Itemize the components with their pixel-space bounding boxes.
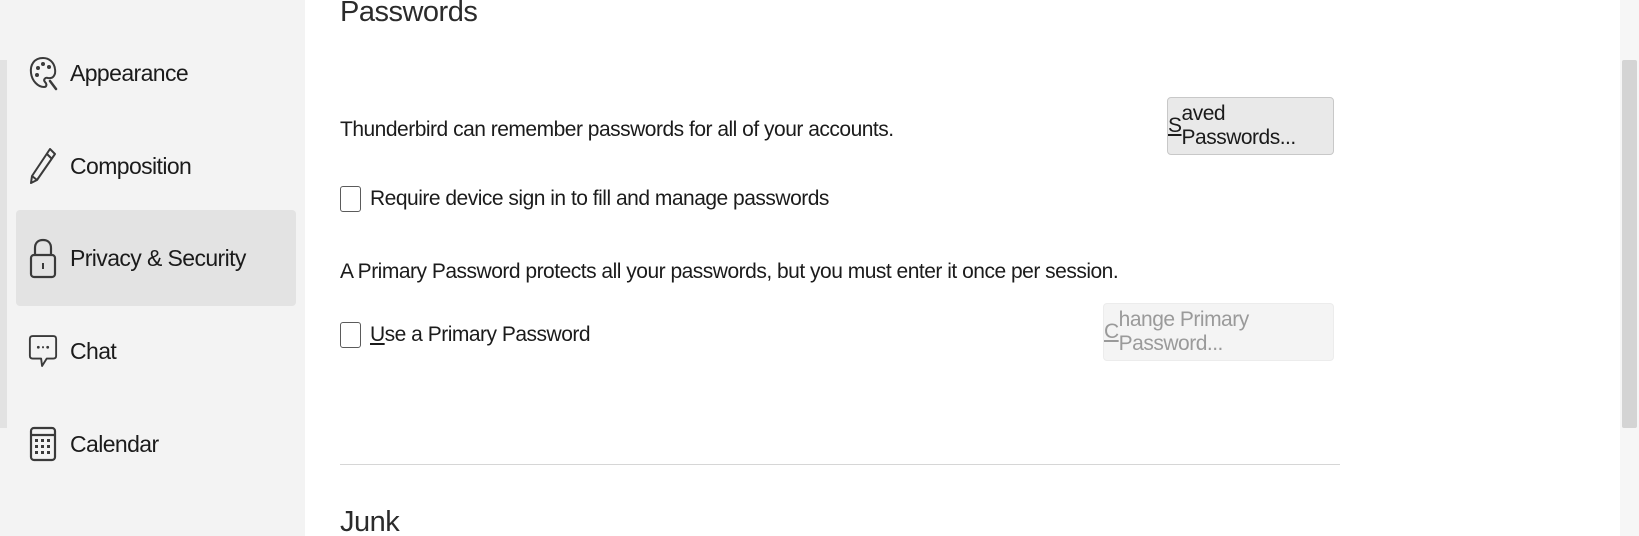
sidebar-item-composition[interactable]: Composition — [16, 118, 296, 214]
junk-heading: Junk — [340, 506, 400, 536]
pencil-icon — [28, 146, 58, 186]
require-signin-label: Require device sign in to fill and manag… — [370, 187, 829, 210]
palette-icon — [28, 53, 58, 93]
preferences-window: Appearance Composition Privacy & Securit… — [0, 0, 1639, 536]
main-content: Passwords Thunderbird can remember passw… — [305, 0, 1605, 536]
change-primary-label: hange Primary Password... — [1118, 308, 1250, 355]
require-signin-checkbox[interactable] — [340, 186, 361, 212]
sidebar-item-label: Privacy & Security — [70, 244, 246, 271]
use-primary-password-label: Use a Primary Password — [370, 323, 591, 347]
passwords-heading: Passwords — [340, 0, 478, 28]
sidebar-edge — [0, 60, 7, 428]
use-primary-password-checkbox[interactable] — [340, 322, 361, 348]
calendar-icon — [28, 424, 58, 464]
section-divider — [340, 464, 1340, 465]
scrollbar-thumb[interactable] — [1622, 60, 1637, 428]
saved-passwords-label: aved Passwords... — [1181, 102, 1297, 149]
remember-passwords-text: Thunderbird can remember passwords for a… — [340, 118, 894, 141]
saved-passwords-accesskey: S — [1168, 114, 1182, 137]
scrollbar[interactable] — [1605, 0, 1639, 536]
lock-icon — [28, 238, 58, 279]
sidebar-item-calendar[interactable]: Calendar — [16, 396, 296, 492]
sidebar-item-label: Appearance — [70, 59, 189, 86]
sidebar-item-appearance[interactable]: Appearance — [16, 25, 296, 121]
sidebar-item-label: Composition — [70, 152, 192, 179]
saved-passwords-button[interactable]: Saved Passwords... — [1167, 97, 1334, 155]
use-primary-label-rest: se a Primary Password — [384, 323, 591, 346]
require-signin-checkbox-row[interactable]: Require device sign in to fill and manag… — [340, 186, 829, 212]
primary-password-text: A Primary Password protects all your pas… — [340, 260, 1119, 283]
use-primary-accesskey: U — [370, 323, 385, 346]
sidebar-item-chat[interactable]: Chat — [16, 303, 296, 399]
change-primary-password-button[interactable]: Change Primary Password... — [1103, 303, 1334, 361]
chat-bubble-icon — [28, 331, 58, 371]
sidebar-item-privacy-security[interactable]: Privacy & Security — [16, 210, 296, 306]
use-primary-password-checkbox-row[interactable]: Use a Primary Password — [340, 322, 591, 348]
sidebar-item-label: Calendar — [70, 430, 159, 457]
sidebar-item-label: Chat — [70, 337, 117, 364]
change-primary-accesskey: C — [1104, 320, 1119, 343]
sidebar: Appearance Composition Privacy & Securit… — [0, 0, 305, 536]
